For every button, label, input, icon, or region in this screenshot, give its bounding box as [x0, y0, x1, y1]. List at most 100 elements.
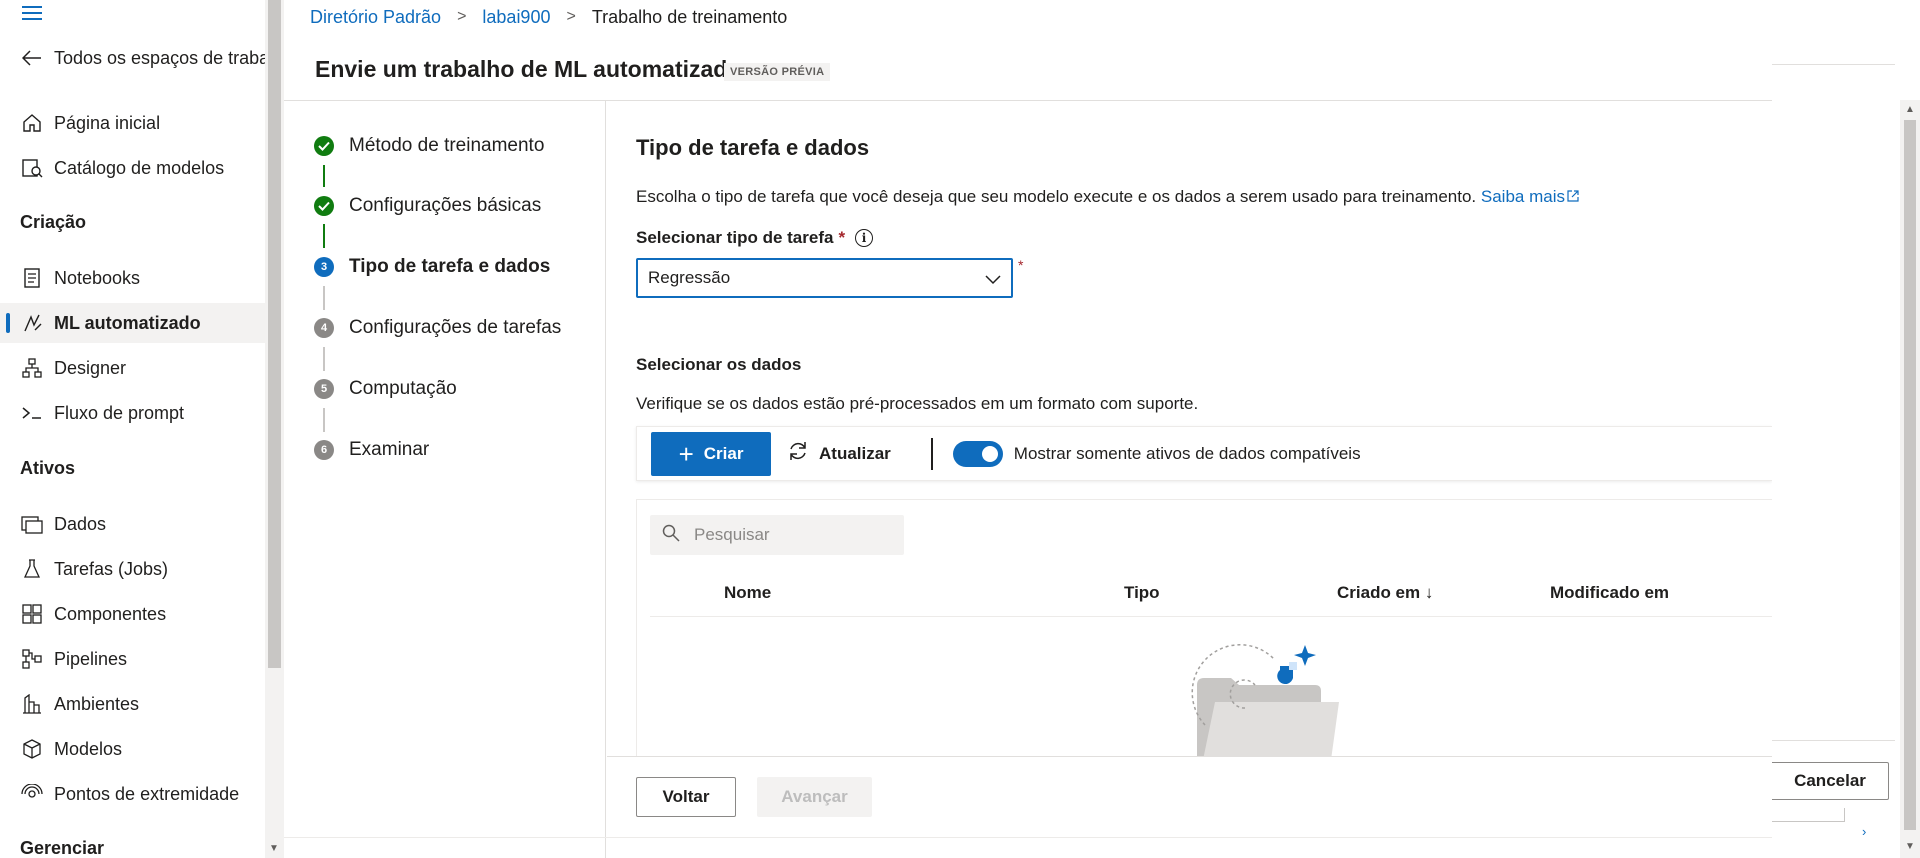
task-type-dropdown[interactable]: Regressão [636, 258, 1013, 298]
data-icon [20, 512, 44, 536]
models-icon [20, 737, 44, 761]
catalog-icon [20, 156, 44, 180]
search-placeholder: Pesquisar [694, 525, 770, 544]
column-header-modified[interactable]: Modificado em [1550, 583, 1669, 603]
main-scrollbar[interactable]: ▲ ▼ [1900, 100, 1920, 858]
nav-item-models[interactable]: Modelos [0, 729, 265, 769]
nav-item-components[interactable]: Componentes [0, 594, 265, 634]
nav-item-label: Fluxo de prompt [54, 402, 185, 423]
column-header-created[interactable]: Criado em ↓ [1337, 583, 1433, 603]
hamburger-menu-icon[interactable] [22, 6, 44, 24]
nav-item-prompt-flow[interactable]: Fluxo de prompt [0, 393, 265, 433]
right-panel-divider [1772, 740, 1895, 741]
arrow-left-icon [20, 46, 44, 70]
chevron-right-icon[interactable]: › [1862, 824, 1866, 839]
step-label: Configurações básicas [349, 195, 542, 216]
nav-item-notebooks[interactable]: Notebooks [0, 258, 265, 298]
environments-icon [20, 692, 44, 716]
chevron-down-icon [985, 270, 1001, 290]
nav-item-label: Catálogo de modelos [54, 157, 225, 178]
home-icon [20, 111, 44, 135]
nav-item-automated-ml[interactable]: ML automatizado [0, 303, 265, 343]
checkmark-icon [314, 136, 334, 156]
breadcrumb: Diretório Padrão > labai900 > Trabalho d… [310, 6, 787, 28]
nav-item-label: Ambientes [54, 693, 140, 714]
next-button[interactable]: Avançar [757, 777, 872, 817]
wizard-footer: Voltar Avançar [607, 756, 1772, 837]
nav-item-label: Designer [54, 357, 127, 378]
step-review[interactable]: 6 Examinar [314, 439, 429, 461]
designer-icon [20, 356, 44, 380]
empty-state-illustration [1185, 640, 1355, 756]
nav-scrollbar-thumb[interactable] [268, 0, 281, 668]
step-connector [323, 408, 325, 432]
column-header-name[interactable]: Nome [724, 583, 771, 603]
scroll-up-arrow-icon[interactable]: ▲ [1905, 104, 1915, 115]
notebook-icon [20, 266, 44, 290]
step-task-type-data[interactable]: 3 Tipo de tarefa e dados [314, 256, 550, 278]
step-task-settings[interactable]: 4 Configurações de tarefas [314, 317, 561, 339]
nav-item-label: Tarefas (Jobs) [54, 558, 169, 579]
main-scrollbar-thumb[interactable] [1904, 120, 1916, 830]
nav-item-jobs[interactable]: Tarefas (Jobs) [0, 549, 265, 589]
description-text: Escolha o tipo de tarefa que você deseja… [636, 187, 1477, 206]
create-button[interactable]: + Criar [651, 431, 771, 476]
scroll-down-arrow-icon[interactable]: ▼ [269, 843, 279, 854]
nav-item-label: Notebooks [54, 267, 141, 288]
section-description: Escolha o tipo de tarefa que você deseja… [636, 187, 1579, 207]
endpoints-icon [20, 782, 44, 806]
nav-item-label: Pontos de extremidade [54, 783, 240, 804]
nav-back-all-workspaces[interactable]: Todos os espaços de trabal [0, 38, 265, 78]
compatible-assets-toggle[interactable] [952, 440, 1003, 467]
required-asterisk: * [1018, 257, 1024, 273]
components-icon [20, 602, 44, 626]
prompt-flow-icon [20, 401, 44, 425]
panel-fragment [1772, 808, 1845, 822]
step-label: Computação [349, 378, 457, 399]
nav-item-home[interactable]: Página inicial [0, 103, 265, 143]
breadcrumb-directory[interactable]: Diretório Padrão [310, 7, 441, 28]
wizard-steps: Método de treinamento Configurações bási… [284, 101, 606, 858]
step-label: Examinar [349, 439, 430, 460]
nav-item-data[interactable]: Dados [0, 504, 265, 544]
refresh-icon [787, 440, 809, 467]
nav-item-label: Página inicial [54, 112, 161, 133]
nav-item-label: Componentes [54, 603, 167, 624]
back-button[interactable]: Voltar [636, 777, 736, 817]
chevron-right-icon: > [566, 8, 576, 25]
nav-item-model-catalog[interactable]: Catálogo de modelos [0, 148, 265, 188]
learn-more-link[interactable]: Saiba mais [1481, 187, 1579, 206]
header-divider-right [1772, 64, 1895, 65]
chevron-right-icon: > [457, 8, 467, 25]
nav-item-designer[interactable]: Designer [0, 348, 265, 388]
step-compute[interactable]: 5 Computação [314, 378, 457, 400]
column-header-type[interactable]: Tipo [1124, 583, 1160, 603]
nav-item-endpoints[interactable]: Pontos de extremidade [0, 774, 265, 814]
nav-item-label: ML automatizado [54, 312, 201, 333]
breadcrumb-current: Trabalho de treinamento [591, 6, 788, 27]
nav-item-label: Pipelines [54, 648, 128, 669]
nav-item-environments[interactable]: Ambientes [0, 684, 265, 724]
sort-arrow-icon: ↓ [1424, 583, 1434, 602]
nav-scrollbar[interactable]: ▼ [265, 0, 284, 858]
step-label: Configurações de tarefas [349, 317, 562, 338]
task-type-value: Regressão [648, 268, 731, 287]
cancel-button[interactable]: Cancelar [1772, 762, 1889, 800]
nav-item-pipelines[interactable]: Pipelines [0, 639, 265, 679]
step-label: Tipo de tarefa e dados [349, 256, 551, 277]
step-number-badge: 3 [314, 257, 334, 277]
select-data-title: Selecionar os dados [636, 355, 802, 374]
scroll-down-arrow-icon[interactable]: ▼ [1905, 841, 1915, 852]
step-connector [323, 165, 325, 187]
main-content: Tipo de tarefa e dados Escolha o tipo de… [607, 101, 1772, 756]
search-input[interactable]: Pesquisar [650, 515, 904, 555]
external-link-icon [1567, 187, 1579, 207]
breadcrumb-workspace[interactable]: labai900 [482, 7, 550, 28]
nav-item-label: Modelos [54, 738, 123, 759]
required-asterisk: * [838, 228, 846, 247]
step-training-method[interactable]: Método de treinamento [314, 135, 544, 157]
info-icon[interactable]: i [855, 229, 874, 247]
data-assets-grid: Pesquisar Nome Tipo Criado em ↓ Modifica… [636, 499, 1772, 756]
refresh-button[interactable]: Atualizar [787, 432, 891, 476]
step-basic-settings[interactable]: Configurações básicas [314, 195, 541, 217]
